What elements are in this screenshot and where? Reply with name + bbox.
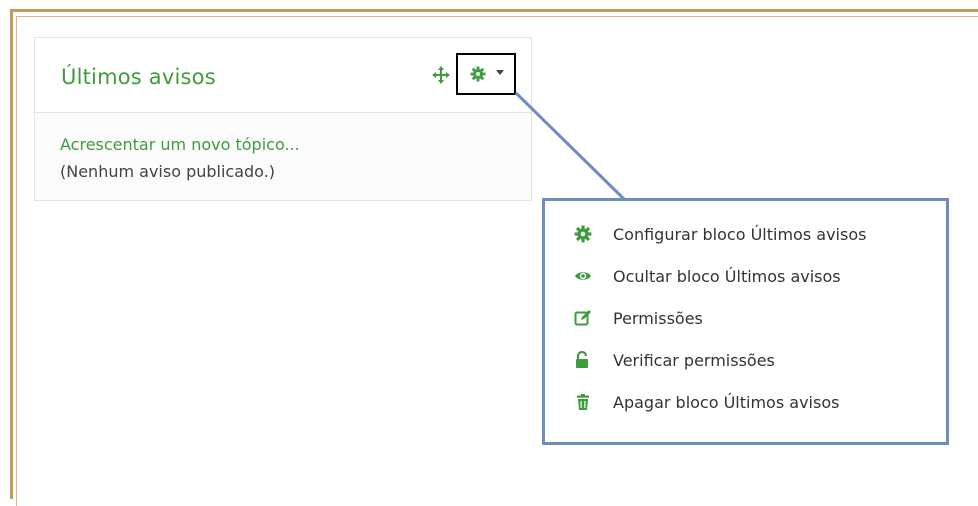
block-actions-button[interactable] <box>456 53 516 95</box>
menu-item-label: Verificar permissões <box>613 350 775 370</box>
chevron-down-icon <box>496 70 504 75</box>
menu-item-delete[interactable]: Apagar bloco Últimos avisos <box>574 387 839 417</box>
trash-icon <box>577 394 589 410</box>
latest-news-block: Últimos avisos Acrescentar um novo tópic… <box>34 37 532 201</box>
eye-icon <box>575 272 591 280</box>
block-content: Acrescentar um novo tópico... (Nenhum av… <box>60 131 300 185</box>
unlock-icon <box>576 351 588 368</box>
menu-item-label: Apagar bloco Últimos avisos <box>613 392 840 412</box>
block-actions-menu: Configurar bloco Últimos avisos Ocultar … <box>542 198 949 445</box>
gear-icon <box>574 225 592 243</box>
block-header: Últimos avisos <box>35 38 531 113</box>
empty-message: (Nenhum aviso publicado.) <box>60 162 276 181</box>
menu-item-label: Permissões <box>613 308 703 328</box>
gear-icon <box>470 66 486 82</box>
move-icon[interactable] <box>432 66 450 84</box>
add-topic-link[interactable]: Acrescentar um novo tópico... <box>60 131 300 158</box>
menu-item-label: Ocultar bloco Últimos avisos <box>613 266 841 286</box>
menu-item-check-permissions[interactable]: Verificar permissões <box>574 345 775 375</box>
menu-item-permissions[interactable]: Permissões <box>574 303 703 333</box>
menu-item-hide[interactable]: Ocultar bloco Últimos avisos <box>574 261 841 291</box>
edit-icon <box>574 310 591 326</box>
menu-item-label: Configurar bloco Últimos avisos <box>613 224 867 244</box>
menu-item-configure[interactable]: Configurar bloco Últimos avisos <box>574 219 866 249</box>
block-title: Últimos avisos <box>61 65 216 89</box>
